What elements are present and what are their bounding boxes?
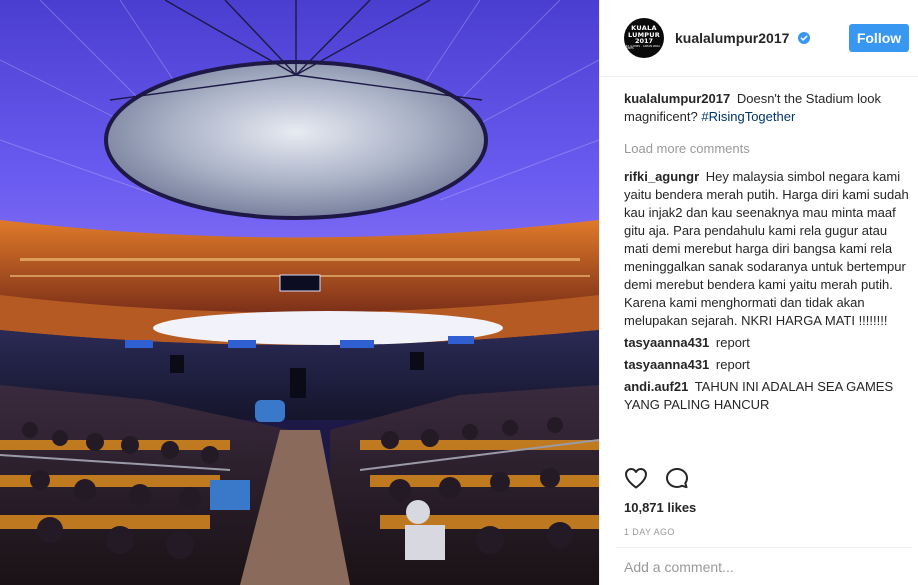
stadium-photo-illustration [0, 0, 599, 585]
comment-username[interactable]: andi.auf21 [624, 379, 688, 394]
post-actions [624, 467, 689, 489]
comment-text: Hey malaysia simbol negara kami yaitu be… [624, 169, 909, 328]
comment-bubble-icon[interactable] [665, 467, 689, 489]
hashtag-link[interactable]: #RisingTogether [701, 109, 795, 124]
post-photo[interactable] [0, 0, 599, 585]
caption-comment: kualalumpur2017 Doesn't the Stadium look… [624, 90, 910, 126]
post-header: KUALA LUMPUR 2017 SEA GAMES · ASEAN PARA… [600, 0, 918, 77]
comments-list: kualalumpur2017 Doesn't the Stadium look… [624, 90, 910, 418]
add-comment-section [616, 547, 912, 585]
post-author-name[interactable]: kualalumpur2017 [675, 30, 789, 46]
comment-username[interactable]: kualalumpur2017 [624, 91, 730, 106]
comment-username[interactable]: tasyaanna431 [624, 335, 709, 350]
comment-username[interactable]: tasyaanna431 [624, 357, 709, 372]
list-item: rifki_agungr Hey malaysia simbol negara … [624, 168, 910, 330]
load-more-comments-link[interactable]: Load more comments [624, 140, 910, 158]
avatar-logo-line3: 2017 [634, 37, 654, 46]
avatar[interactable]: KUALA LUMPUR 2017 SEA GAMES · ASEAN PARA… [624, 18, 664, 58]
post-timestamp[interactable]: 1 DAY AGO [624, 527, 675, 537]
add-comment-input[interactable] [616, 558, 912, 575]
list-item: tasyaanna431 report [624, 356, 910, 374]
comment-text: report [715, 357, 750, 372]
likes-count[interactable]: 10,871 likes [624, 500, 696, 515]
list-item: andi.auf21 TAHUN INI ADALAH SEA GAMES YA… [624, 378, 910, 414]
comment-text: report [715, 335, 750, 350]
avatar-logo-line4: SEA GAMES · ASEAN PARA GAMES [624, 44, 661, 51]
post-sidebar: KUALA LUMPUR 2017 SEA GAMES · ASEAN PARA… [599, 0, 918, 585]
post-author-username[interactable]: kualalumpur2017 [675, 30, 811, 46]
heart-icon[interactable] [624, 467, 648, 489]
comment-username[interactable]: rifki_agungr [624, 169, 699, 184]
verified-badge-icon [798, 32, 811, 44]
list-item: tasyaanna431 report [624, 334, 910, 352]
follow-button[interactable]: Follow [849, 24, 909, 52]
